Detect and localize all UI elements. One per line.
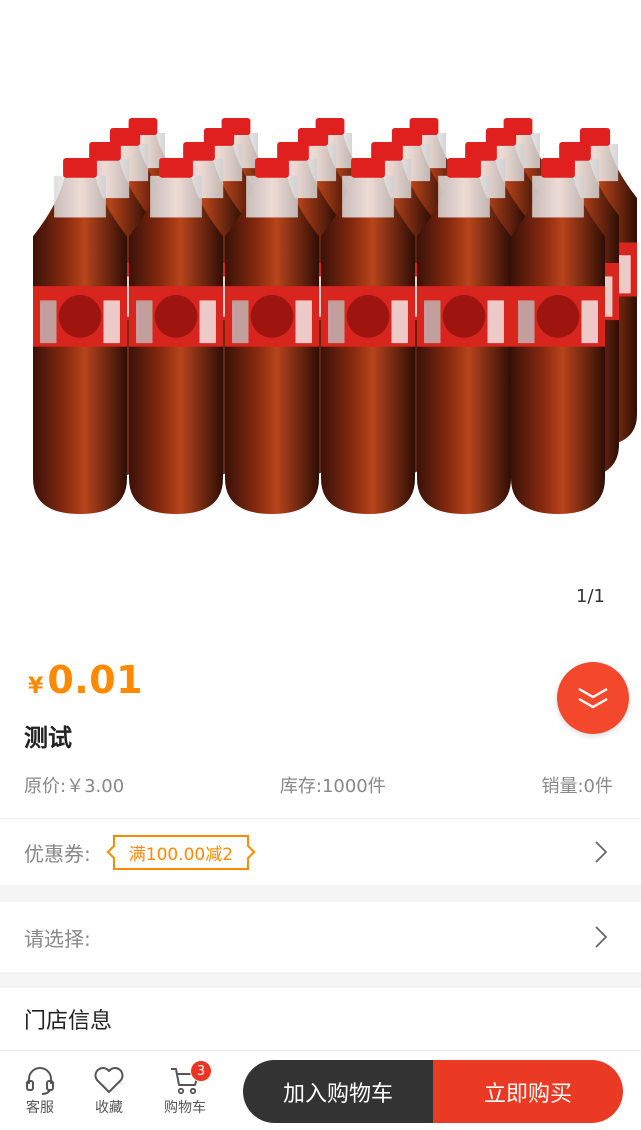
price: ¥ 0.01	[28, 658, 143, 702]
chevron-right-icon	[595, 841, 607, 863]
sales: 销量:0件	[541, 776, 613, 797]
select-label: 请选择:	[24, 926, 91, 951]
heart-icon	[94, 1067, 124, 1093]
favorite-label: 收藏	[95, 1100, 123, 1116]
cart-count-badge: 3	[190, 1060, 212, 1082]
service-label: 客服	[26, 1100, 54, 1116]
product-title: 测试	[24, 724, 72, 752]
double-chevron-down-icon	[578, 687, 608, 709]
coupon-row[interactable]: 优惠券: 满100.00减2	[0, 818, 641, 885]
image-pager: 1/1	[576, 586, 605, 607]
scroll-down-button[interactable]	[557, 662, 629, 734]
stock: 库存:1000件	[279, 776, 386, 797]
add-to-cart-button[interactable]: 加入购物车	[243, 1060, 433, 1123]
cart-label: 购物车	[164, 1100, 206, 1116]
bottom-action-bar: 客服 收藏 3 购物车 加入购物车 立即购买	[0, 1050, 641, 1130]
store-info-title: 门店信息	[24, 1009, 113, 1034]
store-info-row[interactable]: 门店信息	[0, 988, 641, 1050]
price-value: 0.01	[47, 658, 144, 702]
product-image-gallery[interactable]: 1/1	[0, 0, 641, 640]
product-info: ¥ 0.01 测试 原价:￥3.00 库存:1000件 销量:0件	[0, 640, 641, 818]
coupon-tag[interactable]: 满100.00减2	[112, 834, 250, 870]
favorite-button[interactable]: 收藏	[74, 1065, 144, 1117]
product-image	[33, 118, 637, 515]
purchase-buttons: 加入购物车 立即购买	[243, 1060, 623, 1123]
price-symbol: ¥	[28, 674, 44, 699]
original-price: 原价:￥3.00	[24, 776, 125, 797]
headset-icon	[26, 1067, 54, 1095]
coupon-label: 优惠券:	[24, 841, 91, 866]
select-options-row[interactable]: 请选择:	[0, 902, 641, 972]
buy-now-button[interactable]: 立即购买	[433, 1060, 623, 1123]
chevron-right-icon	[595, 926, 607, 948]
cart-button[interactable]: 3 购物车	[150, 1060, 220, 1117]
customer-service-button[interactable]: 客服	[5, 1065, 75, 1117]
product-stats: 原价:￥3.00 库存:1000件 销量:0件	[24, 772, 613, 798]
